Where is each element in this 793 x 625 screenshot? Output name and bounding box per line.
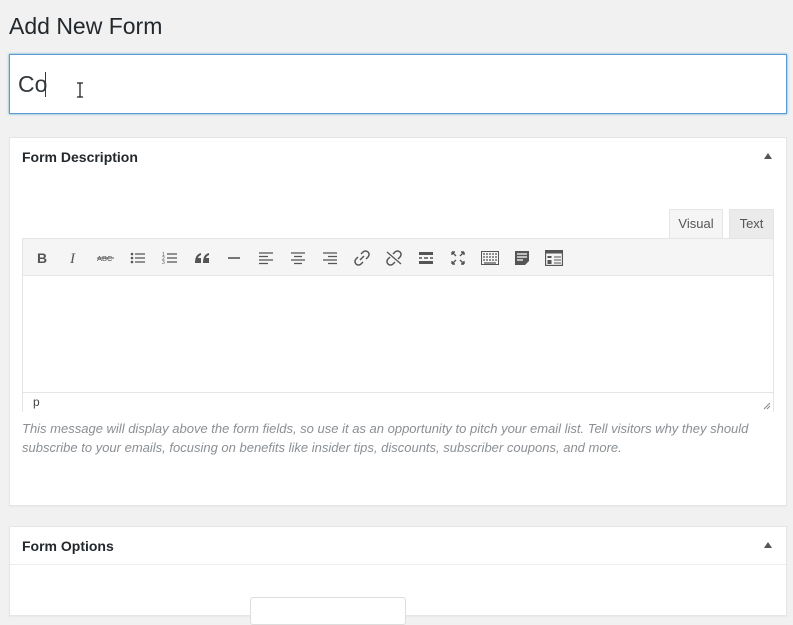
table-icon[interactable]	[543, 247, 565, 269]
form-options-box: Form Options	[9, 526, 787, 625]
text-caret	[45, 72, 46, 97]
element-path[interactable]: p	[33, 395, 40, 409]
svg-text:B: B	[37, 251, 47, 265]
form-options-header[interactable]: Form Options	[10, 527, 786, 565]
form-icon[interactable]	[511, 247, 533, 269]
ibeam-cursor-icon	[77, 82, 83, 98]
bulleted-list-icon[interactable]	[127, 247, 149, 269]
toolbar-toggle-icon[interactable]	[479, 247, 501, 269]
editor-toolbar: B I ABC 123	[23, 239, 773, 276]
bold-icon[interactable]: B	[31, 247, 53, 269]
description-help-text: This message will display above the form…	[22, 421, 749, 455]
blockquote-icon[interactable]	[191, 247, 213, 269]
form-options-content	[10, 565, 786, 625]
align-right-icon[interactable]	[319, 247, 341, 269]
tab-visual[interactable]: Visual	[669, 209, 723, 239]
collapse-toggle-icon[interactable]	[764, 153, 772, 159]
align-left-icon[interactable]	[255, 247, 277, 269]
editor-content-area[interactable]	[23, 276, 773, 392]
collapse-toggle-icon[interactable]	[764, 542, 772, 548]
align-center-icon[interactable]	[287, 247, 309, 269]
tab-text[interactable]: Text	[729, 209, 774, 239]
resize-handle-icon[interactable]	[762, 401, 771, 410]
title-input[interactable]	[18, 69, 718, 99]
rich-text-editor: B I ABC 123 p	[22, 238, 774, 412]
italic-icon[interactable]: I	[63, 247, 85, 269]
form-description-title: Form Description	[22, 149, 138, 165]
link-icon[interactable]	[351, 247, 373, 269]
title-field[interactable]	[9, 54, 787, 114]
form-description-header[interactable]: Form Description	[10, 138, 786, 176]
editor-statusbar: p	[23, 392, 773, 412]
horizontal-line-icon[interactable]	[223, 247, 245, 269]
option-select[interactable]	[250, 597, 406, 625]
svg-text:I: I	[69, 251, 76, 265]
strikethrough-icon[interactable]: ABC	[95, 247, 117, 269]
read-more-icon[interactable]	[415, 247, 437, 269]
form-description-box: Form Description Visual Text B I ABC 123	[9, 137, 787, 506]
fullscreen-icon[interactable]	[447, 247, 469, 269]
unlink-icon[interactable]	[383, 247, 405, 269]
form-options-title: Form Options	[22, 538, 114, 554]
svg-text:3: 3	[162, 260, 165, 265]
numbered-list-icon[interactable]: 123	[159, 247, 181, 269]
page-title: Add New Form	[9, 13, 163, 39]
